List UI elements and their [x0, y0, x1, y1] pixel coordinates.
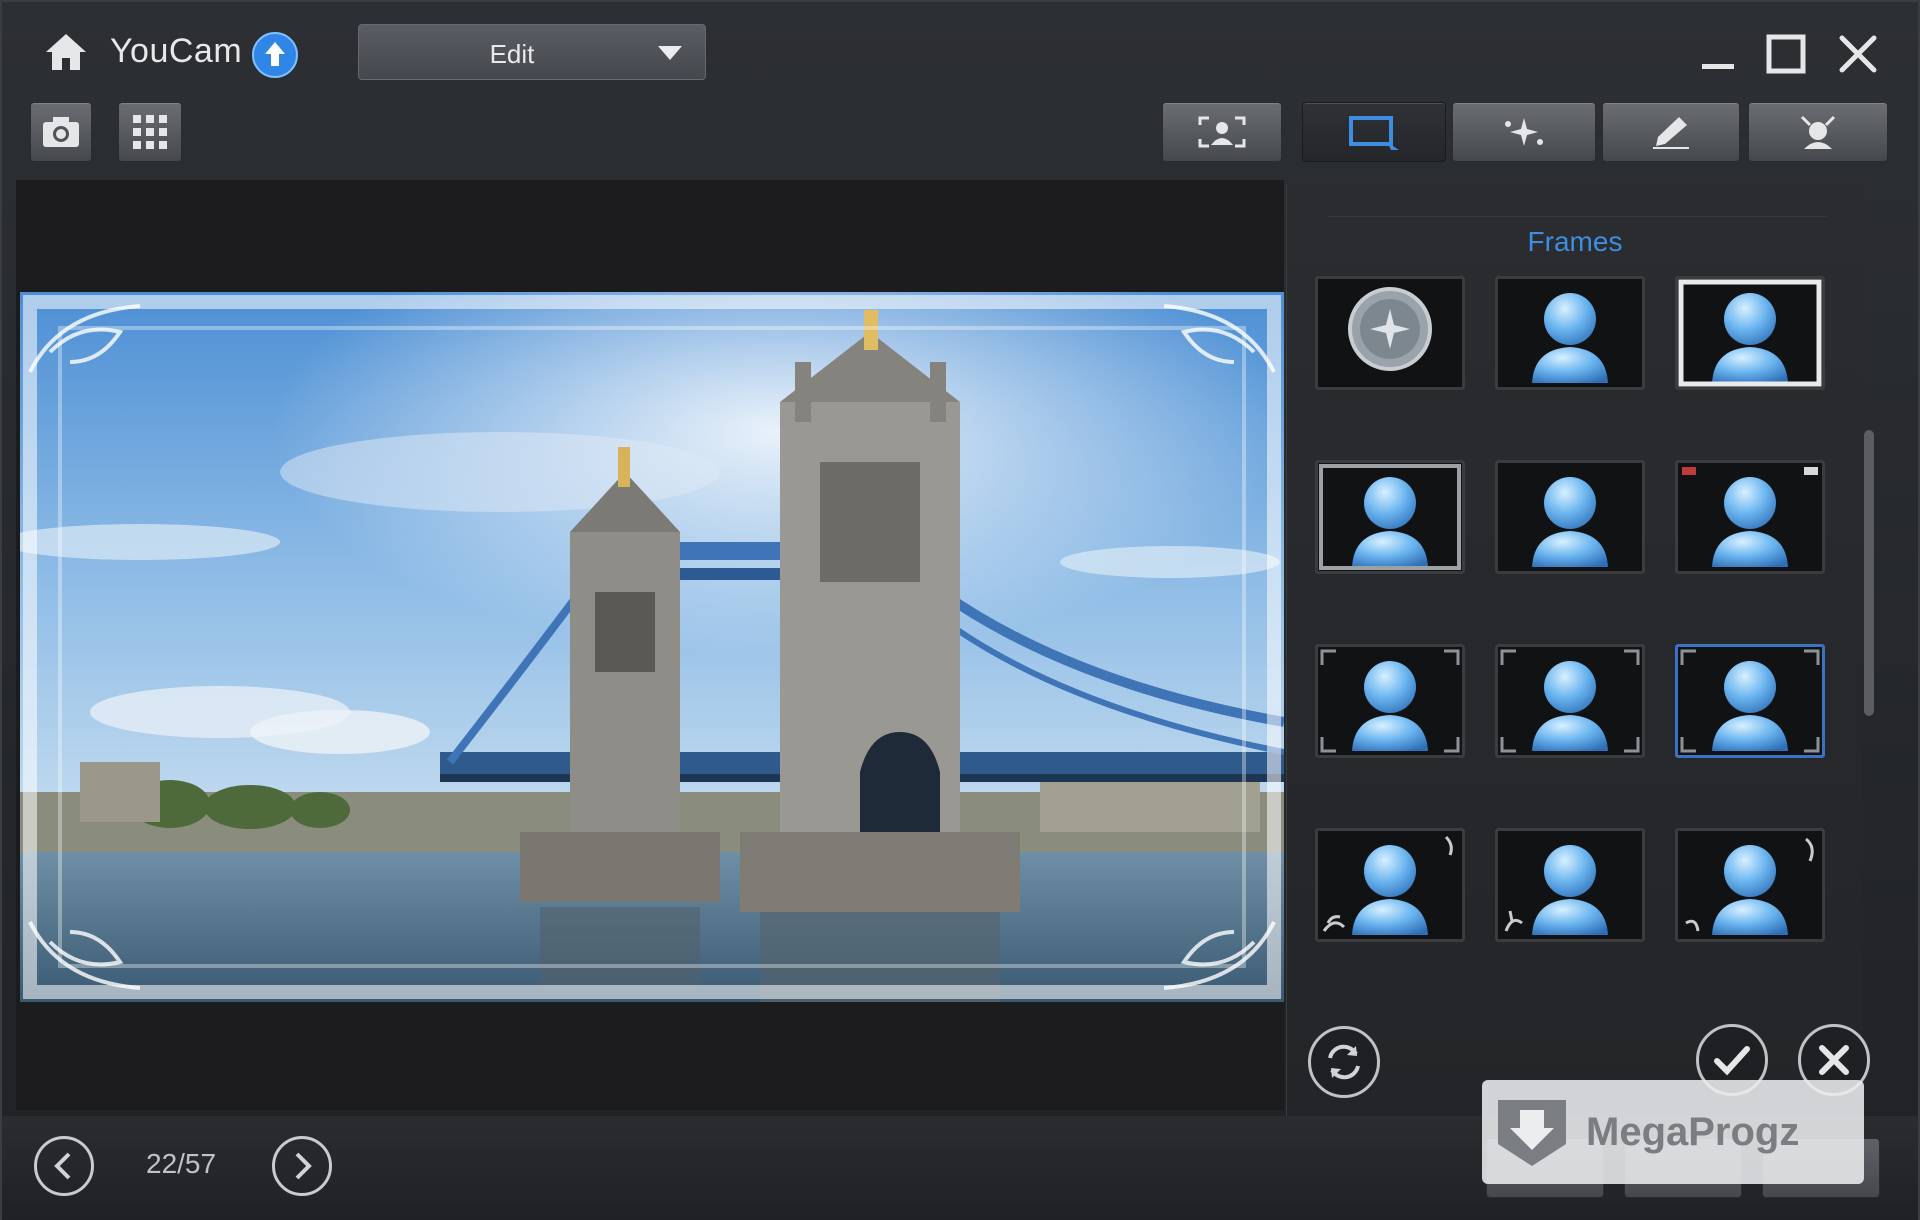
- camera-mode-button[interactable]: [30, 102, 92, 162]
- frame-thumbnail[interactable]: [1315, 460, 1465, 574]
- app-window: YouCam Edit Frames 22/57 MegaProgz: [0, 0, 1920, 1220]
- avatar-placeholder-icon: [1685, 837, 1814, 935]
- avatar-placeholder-icon: [1532, 293, 1608, 383]
- frames-panel: Frames: [1286, 184, 1862, 1116]
- frame-thumbnail[interactable]: [1495, 460, 1645, 574]
- chevron-right-icon: [295, 1152, 312, 1180]
- watermark: MegaProgz: [1482, 1080, 1864, 1184]
- effects-tab[interactable]: [1452, 102, 1596, 162]
- mode-dropdown-value: Edit: [489, 39, 535, 69]
- frame-thumbnail[interactable]: [1495, 276, 1645, 390]
- app-title: YouCam: [110, 32, 243, 70]
- sparkle-icon: [1505, 118, 1543, 146]
- avatar-placeholder-icon: [1320, 649, 1460, 753]
- avatar-effect-icon: [1800, 115, 1836, 149]
- frame-thumbnail[interactable]: [1675, 644, 1825, 758]
- maximize-icon[interactable]: [1764, 32, 1808, 76]
- next-photo-button[interactable]: [272, 1136, 332, 1196]
- frame-thumbnail[interactable]: [1495, 828, 1645, 942]
- chevron-left-icon: [54, 1152, 71, 1180]
- watermark-text: MegaProgz: [1586, 1110, 1800, 1154]
- frames-scrollbar[interactable]: [1864, 430, 1874, 716]
- avatar-placeholder-icon: [1500, 649, 1640, 753]
- draw-tab[interactable]: [1602, 102, 1740, 162]
- update-arrow-icon[interactable]: [252, 32, 298, 78]
- chevron-down-icon: [658, 46, 682, 60]
- reset-button[interactable]: [1308, 1026, 1380, 1098]
- pen-icon: [1653, 117, 1689, 149]
- frame-thumbnail[interactable]: [1675, 276, 1825, 390]
- avatar-placeholder-icon: [1532, 477, 1608, 567]
- avatar-placeholder-icon: [1348, 287, 1432, 371]
- home-icon[interactable]: [42, 30, 90, 74]
- distortion-tab[interactable]: [1748, 102, 1888, 162]
- face-tracking-button[interactable]: [1162, 102, 1282, 162]
- frames-tab[interactable]: [1302, 102, 1446, 162]
- download-logo-icon: [1498, 1100, 1566, 1166]
- edited-photo-preview[interactable]: [20, 292, 1284, 1002]
- camera-icon: [43, 117, 79, 147]
- panel-title: Frames: [1527, 226, 1623, 257]
- checkmark-icon: [1714, 1046, 1750, 1076]
- previous-photo-button[interactable]: [34, 1136, 94, 1196]
- frames-grid: [1315, 276, 1845, 956]
- avatar-placeholder-icon: [1319, 464, 1461, 570]
- frame-thumbnail[interactable]: [1495, 644, 1645, 758]
- frame-thumbnail[interactable]: [1675, 460, 1825, 574]
- page-counter: 22/57: [146, 1148, 217, 1179]
- avatar-placeholder-icon: [1682, 467, 1818, 567]
- minimize-icon[interactable]: [1696, 32, 1740, 76]
- avatar-placeholder-icon: [1504, 845, 1608, 935]
- grid-icon: [133, 115, 167, 149]
- close-icon: [1819, 1045, 1849, 1075]
- frame-thumbnail[interactable]: [1315, 644, 1465, 758]
- tower-bridge-photo: [20, 292, 1284, 1002]
- frame-thumbnail[interactable]: [1315, 828, 1465, 942]
- avatar-placeholder-icon: [1322, 835, 1453, 935]
- avatar-placeholder-icon: [1680, 649, 1820, 753]
- title-bar: YouCam Edit: [2, 2, 1918, 98]
- face-frame-icon: [1198, 116, 1246, 148]
- frame-icon: [1349, 116, 1399, 150]
- panel-divider: [1327, 216, 1827, 217]
- refresh-icon: [1328, 1044, 1360, 1080]
- close-icon[interactable]: [1836, 32, 1880, 76]
- frame-thumbnail[interactable]: [1675, 828, 1825, 942]
- frame-thumbnail[interactable]: [1315, 276, 1465, 390]
- grid-view-button[interactable]: [118, 102, 182, 162]
- mode-dropdown[interactable]: Edit: [358, 24, 706, 80]
- avatar-placeholder-icon: [1678, 279, 1822, 387]
